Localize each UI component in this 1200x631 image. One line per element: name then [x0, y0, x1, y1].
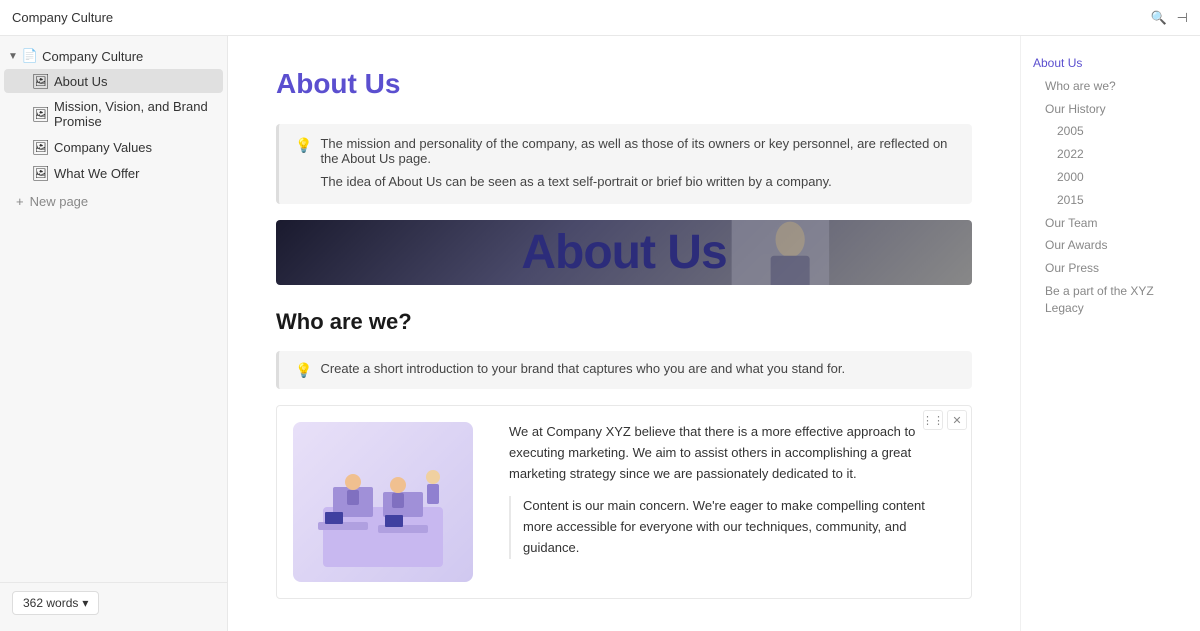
plus-icon: + — [16, 194, 24, 209]
toc-item-legacy[interactable]: Be a part of the XYZ Legacy — [1033, 280, 1188, 320]
sidebar-item-values[interactable]: 🖼 Company Values — [4, 135, 223, 159]
who-callout: 💡 Create a short introduction to your br… — [276, 351, 972, 389]
page-title: About Us — [276, 68, 972, 100]
sidebar-root-icon: 📄 — [22, 48, 38, 64]
chevron-down-icon: ▾ — [82, 596, 88, 610]
new-page-button[interactable]: + New page — [0, 190, 227, 213]
content-wrapper: About Us 💡 The mission and personality o… — [228, 36, 1200, 631]
top-bar: Company Culture 🔍 ⊣ — [0, 0, 1200, 36]
callout-text-1: The mission and personality of the compa… — [320, 136, 956, 166]
chevron-down-icon: ▼ — [8, 51, 18, 62]
two-col-left — [293, 422, 493, 582]
main-layout: ▼ 📄 Company Culture 🖼 About Us 🖼 Mission… — [0, 36, 1200, 631]
sidebar-root-label: Company Culture — [42, 49, 143, 64]
app-title: Company Culture — [12, 10, 113, 25]
sidebar-root[interactable]: ▼ 📄 Company Culture — [0, 44, 227, 68]
two-col-block: ⋮⋮ ✕ — [276, 405, 972, 599]
hero-image-block: About Us — [276, 220, 972, 285]
lightbulb-icon: 💡 — [295, 137, 312, 154]
word-count-bar: 362 words ▾ — [0, 582, 227, 623]
hero-image-text: About Us — [521, 225, 726, 280]
toc-item-about-us[interactable]: About Us — [1033, 52, 1188, 75]
page-icon-about-us: 🖼 — [32, 73, 48, 89]
toc-item-2022[interactable]: 2022 — [1033, 143, 1188, 166]
content-area: About Us 💡 The mission and personality o… — [228, 36, 1020, 631]
sidebar-label-about-us: About Us — [54, 74, 107, 89]
search-icon[interactable]: 🔍 — [1150, 10, 1166, 26]
sidebar-item-about-us[interactable]: 🖼 About Us — [4, 69, 223, 93]
body-text-2: Content is our main concern. We're eager… — [509, 496, 955, 558]
word-count-button[interactable]: 362 words ▾ — [12, 591, 99, 615]
grid-icon[interactable]: ⋮⋮ — [923, 410, 943, 430]
new-page-label: New page — [30, 194, 89, 209]
lightbulb-icon-3: 💡 — [295, 362, 312, 379]
trash-icon[interactable]: ✕ — [947, 410, 967, 430]
menu-icon[interactable]: ⊣ — [1177, 10, 1188, 26]
page-icon-values: 🖼 — [32, 139, 48, 155]
toc-item-history[interactable]: Our History — [1033, 98, 1188, 121]
sidebar-label-offer: What We Offer — [54, 166, 140, 181]
toc-item-press[interactable]: Our Press — [1033, 257, 1188, 280]
page-icon-mission: 🖼 — [32, 106, 48, 122]
toc-item-2005[interactable]: 2005 — [1033, 120, 1188, 143]
callout-row-2: 💡 The idea of About Us can be seen as a … — [295, 174, 956, 192]
block-controls: ⋮⋮ ✕ — [923, 410, 967, 430]
sidebar: ▼ 📄 Company Culture 🖼 About Us 🖼 Mission… — [0, 36, 228, 631]
who-callout-text: Create a short introduction to your bran… — [320, 361, 845, 376]
body-text-1: We at Company XYZ believe that there is … — [509, 422, 955, 484]
toc-panel: About Us Who are we? Our History 2005 20… — [1020, 36, 1200, 631]
sidebar-item-mission[interactable]: 🖼 Mission, Vision, and Brand Promise — [4, 95, 223, 133]
word-count-value: 362 words — [23, 596, 78, 610]
toc-item-team[interactable]: Our Team — [1033, 212, 1188, 235]
intro-callout: 💡 The mission and personality of the com… — [276, 124, 972, 204]
toc-item-2015[interactable]: 2015 — [1033, 189, 1188, 212]
toc-item-who[interactable]: Who are we? — [1033, 75, 1188, 98]
who-are-we-heading: Who are we? — [276, 309, 972, 335]
callout-row-1: 💡 The mission and personality of the com… — [295, 136, 956, 166]
page-icon-offer: 🖼 — [32, 165, 48, 181]
top-bar-icons: 🔍 ⊣ — [1150, 10, 1188, 26]
sidebar-label-values: Company Values — [54, 140, 152, 155]
toc-item-2000[interactable]: 2000 — [1033, 166, 1188, 189]
two-col-right: We at Company XYZ believe that there is … — [509, 422, 955, 582]
team-illustration — [293, 422, 473, 582]
toc-item-awards[interactable]: Our Awards — [1033, 234, 1188, 257]
sidebar-item-offer[interactable]: 🖼 What We Offer — [4, 161, 223, 185]
sidebar-label-mission: Mission, Vision, and Brand Promise — [54, 99, 215, 129]
callout-text-2: The idea of About Us can be seen as a te… — [320, 174, 831, 189]
